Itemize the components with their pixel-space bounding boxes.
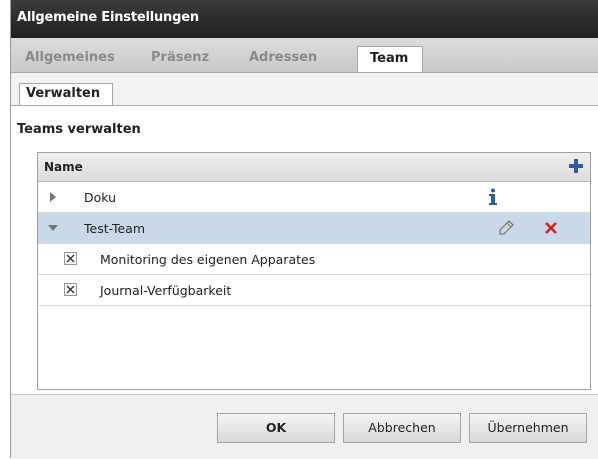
list-header: Name [38, 153, 590, 182]
subtab-verwalten[interactable]: Verwalten [19, 83, 113, 105]
column-header-name: Name [44, 160, 83, 174]
expand-triangle-icon[interactable] [48, 192, 58, 202]
section-title: Teams verwalten [17, 122, 141, 137]
sub-tabs: Verwalten [11, 73, 598, 106]
cancel-button[interactable]: Abbrechen [343, 413, 461, 443]
permission-row: Monitoring des eigenen Apparates [38, 244, 590, 275]
collapse-triangle-icon[interactable] [48, 223, 58, 233]
tab-praesenz[interactable]: Präsenz [151, 50, 209, 65]
team-row-selected[interactable]: Test-Team [38, 213, 590, 244]
permission-label: Journal-Verfügbarkeit [100, 283, 232, 298]
delete-icon[interactable] [544, 221, 558, 235]
tab-allgemeines[interactable]: Allgemeines [25, 50, 115, 65]
tab-team[interactable]: Team [357, 46, 423, 72]
team-name: Test-Team [84, 221, 146, 236]
window-title: Allgemeine Einstellungen [17, 10, 199, 25]
plus-icon[interactable] [568, 158, 584, 174]
ok-button[interactable]: OK [217, 413, 335, 443]
main-tabs: Allgemeines Präsenz Adressen Team [11, 38, 598, 73]
team-row[interactable]: Doku [38, 182, 590, 213]
apply-button[interactable]: Übernehmen [469, 413, 587, 443]
pencil-icon[interactable] [498, 220, 514, 236]
dialog-footer: OK Abbrechen Übernehmen [11, 394, 598, 459]
tab-adressen[interactable]: Adressen [249, 50, 317, 65]
title-bar: Allgemeine Einstellungen [11, 0, 598, 38]
teams-list: Name Doku Test-Team Monitoring des eigen… [37, 152, 591, 390]
settings-window: Allgemeine Einstellungen Allgemeines Prä… [10, 0, 598, 459]
checkbox-checked[interactable] [64, 252, 77, 265]
permission-label: Monitoring des eigenen Apparates [100, 252, 316, 267]
checkbox-checked[interactable] [64, 283, 77, 296]
permission-row: Journal-Verfügbarkeit [38, 275, 590, 306]
team-name: Doku [84, 190, 117, 205]
info-icon[interactable] [488, 188, 498, 206]
